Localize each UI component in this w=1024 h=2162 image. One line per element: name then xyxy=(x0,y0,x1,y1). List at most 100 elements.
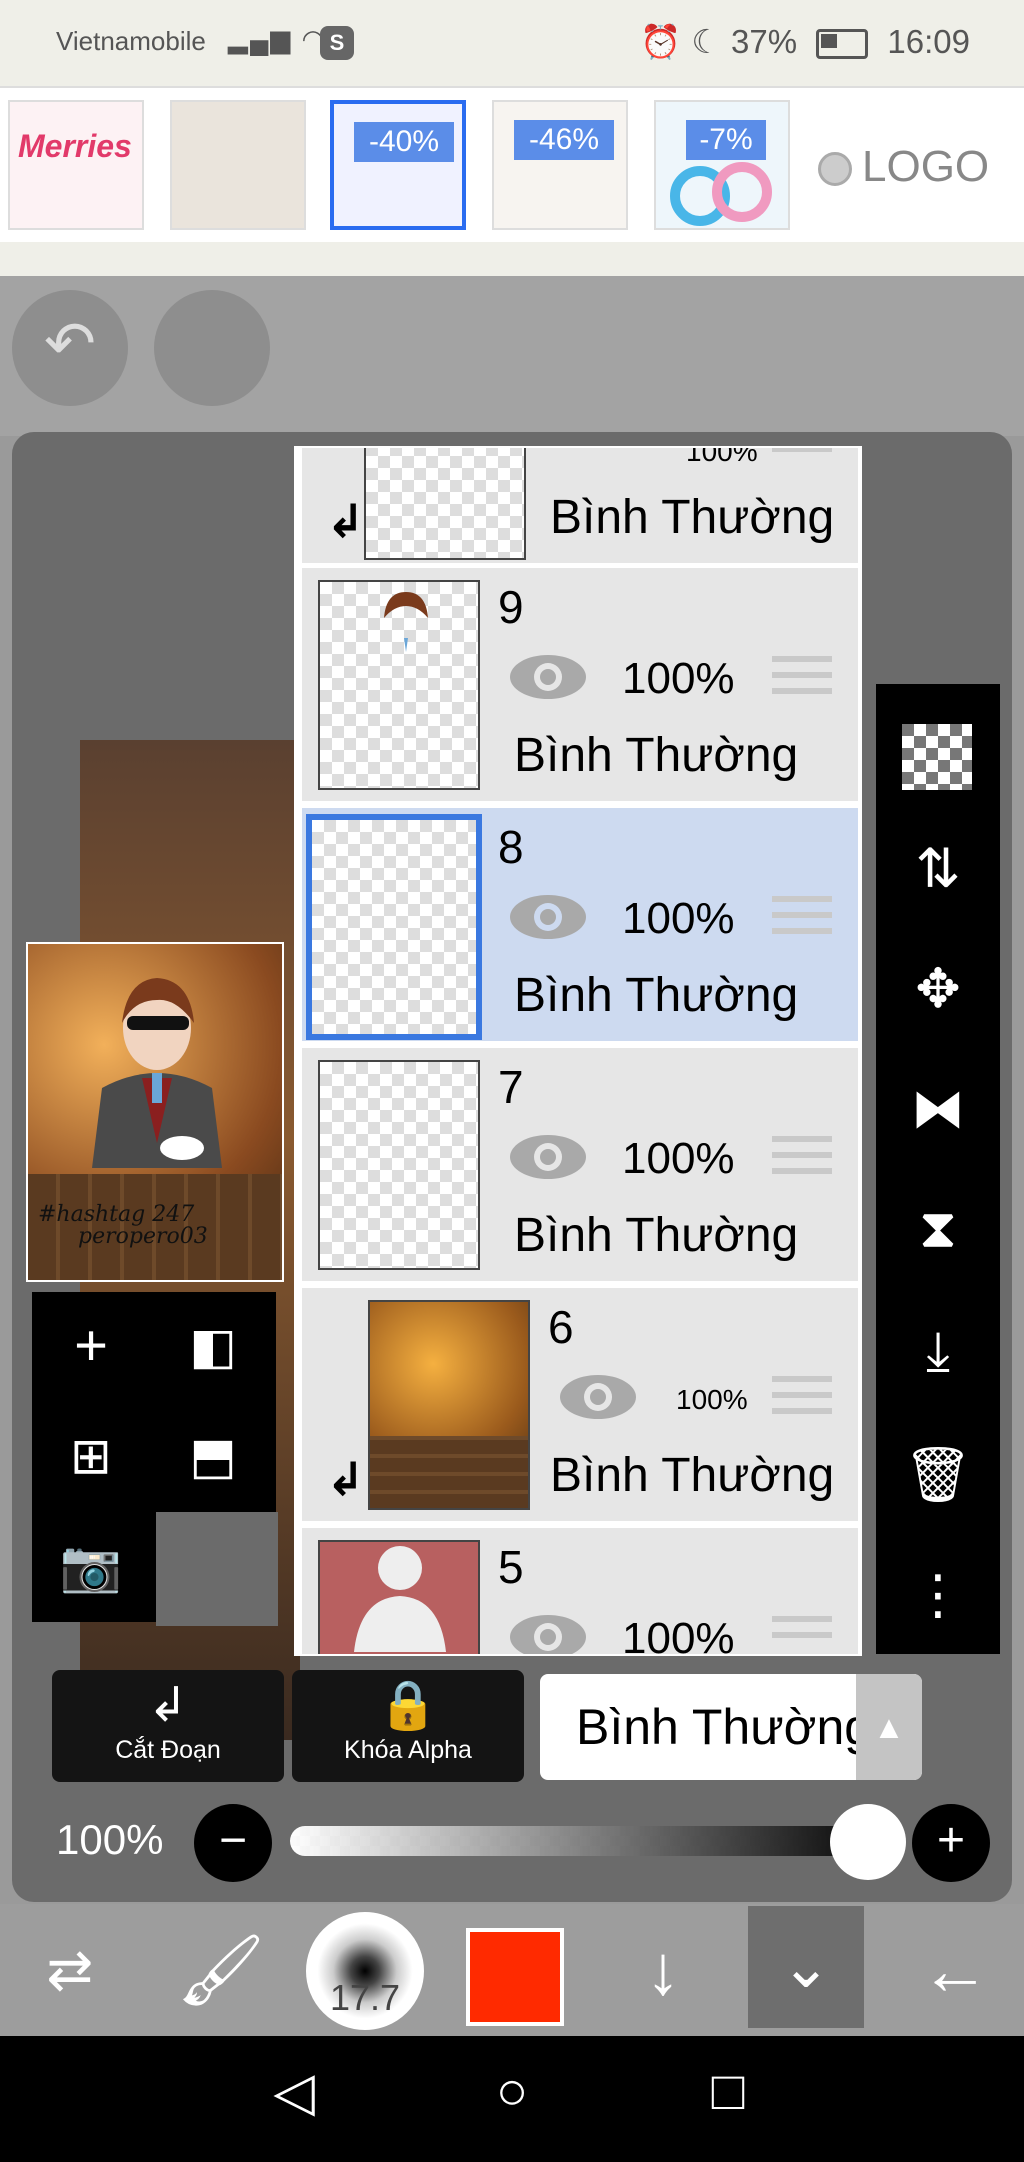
discount-badge: -7% xyxy=(686,120,766,160)
opacity-increase-button[interactable]: + xyxy=(912,1804,990,1882)
flip-layer-horizontal-button[interactable]: ◧ xyxy=(154,1292,272,1400)
layers-button[interactable]: ⌄ xyxy=(748,1906,864,2028)
layer-number: 7 xyxy=(498,1061,524,1113)
clip-arrow-icon: ↲ xyxy=(326,495,365,547)
transparency-button[interactable] xyxy=(876,694,1000,804)
flip-vertical-button[interactable]: ⧗ xyxy=(876,1174,1000,1284)
layers-list[interactable]: ↲ 100% Bình Thường 9 100% Bình Thường 8 … xyxy=(294,446,862,1656)
silhouette-mask xyxy=(354,1546,446,1652)
eye-visibility-icon[interactable] xyxy=(508,892,588,942)
layer-opacity: 100% xyxy=(622,894,735,943)
layer-opacity: 100% xyxy=(676,1384,748,1415)
eye-visibility-icon[interactable] xyxy=(508,652,588,702)
flip-layer-vertical-button[interactable]: ⬒ xyxy=(154,1402,272,1510)
add-copy-layer-button[interactable]: ⊞ xyxy=(32,1402,150,1510)
blend-mode-select[interactable]: Bình Thường ▲ xyxy=(540,1674,922,1780)
brush-size-value: 17.7 xyxy=(329,1977,401,2018)
layer-thumbnail xyxy=(364,448,526,560)
drag-handle-icon[interactable] xyxy=(772,656,832,702)
swap-layers-button[interactable]: ⇅ xyxy=(876,814,1000,924)
ad-product-2[interactable] xyxy=(170,100,306,230)
flip-horizontal-button[interactable]: ⧓ xyxy=(876,1054,1000,1164)
brush-icon: 🖌 xyxy=(176,1931,266,2009)
layer-row[interactable]: ↲ 100% Bình Thường xyxy=(302,446,858,566)
ad-product-1[interactable]: Merries xyxy=(8,100,144,230)
delete-layer-button[interactable]: 🗑 xyxy=(876,1420,1000,1530)
plus-icon: + xyxy=(936,1814,966,1867)
layer-blend-mode: Bình Thường xyxy=(550,1449,835,1502)
eye-visibility-icon[interactable] xyxy=(508,1132,588,1182)
layer-row[interactable]: 7 100% Bình Thường xyxy=(302,1048,858,1284)
redo-button[interactable] xyxy=(154,290,270,406)
ad-spacer xyxy=(0,242,1024,276)
clipping-button[interactable]: ↲ Cắt Đoạn xyxy=(52,1670,284,1782)
flip-horizontal-icon: ◧ xyxy=(189,1318,237,1374)
opacity-slider[interactable] xyxy=(290,1826,890,1856)
left-tools-gap xyxy=(156,1512,278,1626)
download-merge-icon: ⤓ xyxy=(926,1321,950,1381)
brush-size-button[interactable]: 17.7 xyxy=(306,1912,424,2030)
arrow-down-icon: ↓ xyxy=(645,1931,681,2009)
drag-handle-icon[interactable] xyxy=(772,1616,832,1654)
back-button[interactable]: ← xyxy=(900,1904,1010,2036)
layer-thumbnail xyxy=(306,814,482,1040)
carrier-name: Vietnamobile xyxy=(56,26,206,56)
ad-product-4[interactable]: -46% xyxy=(492,100,628,230)
opacity-decrease-button[interactable]: − xyxy=(194,1804,272,1882)
drag-handle-icon[interactable] xyxy=(772,448,832,476)
canvas-preview[interactable]: #hashtag 247 peropero03 xyxy=(26,942,284,1282)
ad-banner[interactable]: Merries -40% -46% -7% LOGO xyxy=(0,86,1024,246)
move-button[interactable]: ✥ xyxy=(876,934,1000,1044)
ad-logo: LOGO xyxy=(818,142,989,192)
layer-blend-mode: Bình Thường xyxy=(550,491,835,544)
layer-thumbnail xyxy=(318,1060,480,1270)
camera-layer-button[interactable]: 📷 xyxy=(32,1512,150,1620)
layer-opacity: 100% xyxy=(686,446,758,467)
discount-badge: -46% xyxy=(514,120,614,160)
brush-tool-button[interactable]: 🖌 xyxy=(166,1904,276,2036)
wood-table-image xyxy=(370,1436,528,1508)
tool-select-button[interactable]: ⇄ xyxy=(20,1904,120,2036)
move-down-button[interactable]: ↓ xyxy=(608,1904,718,2036)
undo-button[interactable]: ↶ xyxy=(12,290,128,406)
layer-tools-right: ⇅ ✥ ⧓ ⧗ ⤓ 🗑 ⋮ xyxy=(876,684,1000,1654)
lock-alpha-icon: 🔒 xyxy=(378,1679,438,1732)
layer-number: 6 xyxy=(548,1301,574,1353)
ad-brand: Merries xyxy=(18,128,132,164)
signal-wifi-icon: ▂▄▆ ◠ xyxy=(228,24,327,54)
merge-down-button[interactable]: ⤓ xyxy=(876,1296,1000,1406)
signature-line-1: #hashtag 247 xyxy=(38,1202,195,1227)
drag-handle-icon[interactable] xyxy=(772,1376,832,1422)
layer-row-selected[interactable]: 8 100% Bình Thường xyxy=(302,808,858,1044)
layer-row[interactable]: 9 100% Bình Thường xyxy=(302,568,858,804)
eye-visibility-icon[interactable] xyxy=(558,1372,638,1422)
nav-home-icon[interactable]: ○ xyxy=(472,2060,552,2122)
camera-icon: 📷 xyxy=(59,1538,123,1594)
nav-back-icon[interactable]: ◁ xyxy=(254,2060,334,2123)
status-bar: Vietnamobile ▂▄▆ ◠ S ⏰ ☾ 37% 16:09 xyxy=(0,0,1024,86)
layer-thumbnail xyxy=(318,1540,480,1654)
layer-row[interactable]: 5 100% xyxy=(302,1528,858,1656)
ad-product-5[interactable]: -7% xyxy=(654,100,790,230)
color-swatch[interactable] xyxy=(466,1928,564,2026)
add-layer-button[interactable]: + xyxy=(32,1292,150,1400)
more-options-button[interactable]: ⋮ xyxy=(876,1540,1000,1650)
chevrons-down-icon: ⌄ xyxy=(780,1933,832,2000)
opacity-slider-knob[interactable] xyxy=(830,1804,906,1880)
battery-percent: 37% xyxy=(731,23,798,60)
layer-blend-mode: Bình Thường xyxy=(514,969,799,1022)
eye-visibility-icon[interactable] xyxy=(508,1612,588,1656)
drag-handle-icon[interactable] xyxy=(772,1136,832,1182)
app-badge-icon: S xyxy=(320,26,354,60)
triangle-up-icon[interactable]: ▲ xyxy=(856,1674,922,1780)
layer-opacity: 100% xyxy=(622,1134,735,1183)
alpha-lock-button[interactable]: 🔒 Khóa Alpha xyxy=(292,1670,524,1782)
ad-product-3[interactable]: -40% xyxy=(330,100,466,230)
nav-recents-icon[interactable]: □ xyxy=(688,2060,768,2122)
layer-thumbnail xyxy=(318,580,480,790)
alarm-icon: ⏰ xyxy=(640,23,682,60)
drag-handle-icon[interactable] xyxy=(772,896,832,942)
clip-arrow-icon: ↲ xyxy=(326,1453,365,1505)
status-right: ⏰ ☾ 37% 16:09 xyxy=(630,22,970,62)
layer-row[interactable]: ↲ 6 100% Bình Thường xyxy=(302,1288,858,1524)
